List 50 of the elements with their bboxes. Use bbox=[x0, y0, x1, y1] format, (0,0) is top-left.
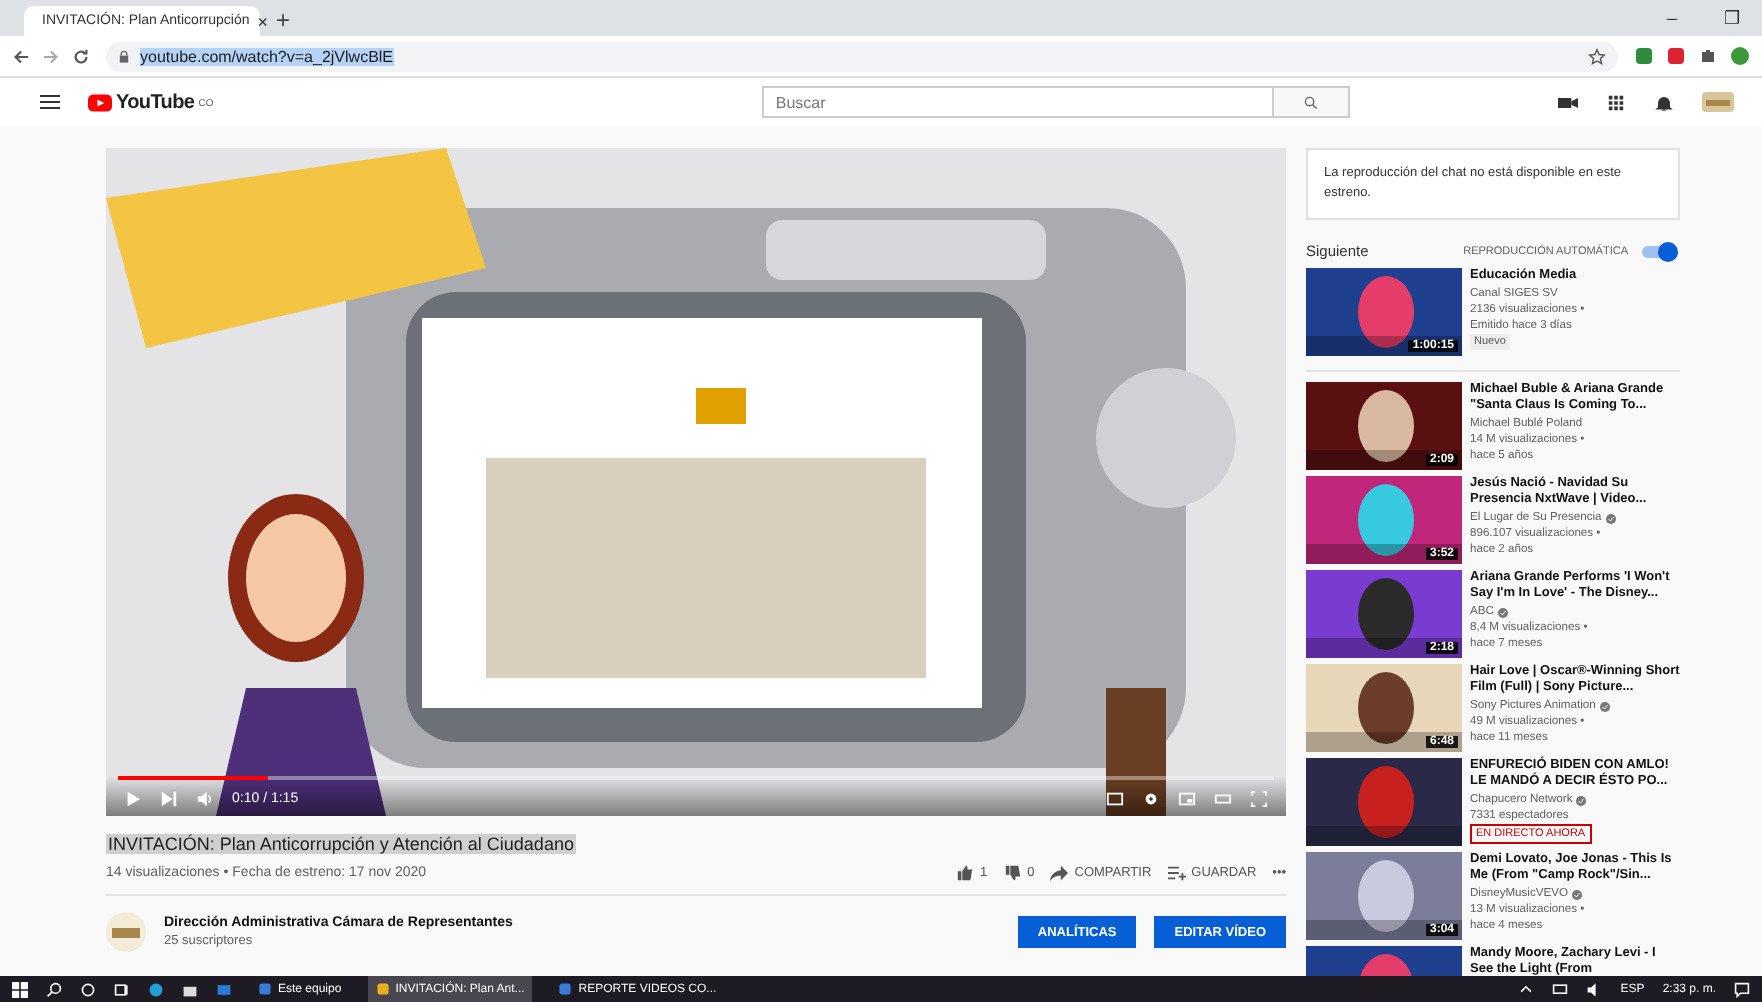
search-icon bbox=[1303, 95, 1318, 109]
notification-icon[interactable] bbox=[1734, 981, 1750, 997]
verified-icon bbox=[1497, 607, 1508, 617]
window-control[interactable]: ❐ bbox=[1702, 8, 1762, 28]
menu-icon[interactable] bbox=[40, 94, 60, 110]
autoplay-toggle[interactable] bbox=[1642, 245, 1674, 257]
theater-icon[interactable] bbox=[1214, 789, 1232, 807]
miniplayer-icon[interactable] bbox=[1178, 789, 1196, 807]
back-icon[interactable] bbox=[12, 47, 30, 65]
camera-icon[interactable] bbox=[1558, 93, 1579, 111]
verified-icon bbox=[1576, 795, 1587, 805]
star-icon[interactable] bbox=[1588, 47, 1606, 65]
verified-icon bbox=[1605, 513, 1616, 523]
fullscreen-icon[interactable] bbox=[1250, 789, 1268, 807]
playlist-add-icon bbox=[1167, 864, 1186, 882]
youtube-logo-icon bbox=[88, 93, 112, 111]
verified-icon bbox=[1599, 701, 1610, 711]
next-icon[interactable] bbox=[160, 789, 178, 807]
avatar-icon[interactable] bbox=[1730, 46, 1750, 66]
verified-icon bbox=[1571, 889, 1582, 899]
apps-grid-icon[interactable] bbox=[1606, 93, 1627, 111]
close-tab-button[interactable]: × bbox=[257, 11, 269, 31]
address-bar[interactable]: youtube.com/watch?v=a_2jVlwcBlE bbox=[106, 41, 1618, 71]
lock-icon bbox=[118, 49, 130, 63]
app-icon bbox=[375, 982, 390, 996]
thumbs-down-icon bbox=[1003, 864, 1022, 882]
channel-avatar-icon[interactable] bbox=[106, 912, 146, 952]
circle-icon[interactable] bbox=[80, 981, 96, 997]
search-icon[interactable] bbox=[46, 981, 62, 997]
channel-avatar-icon[interactable] bbox=[1702, 92, 1735, 112]
settings-icon[interactable] bbox=[1142, 789, 1160, 807]
new-tab-button[interactable]: + bbox=[276, 6, 291, 34]
chevron-up-icon[interactable] bbox=[1518, 981, 1535, 997]
task-view-icon[interactable] bbox=[114, 981, 130, 997]
start-icon[interactable] bbox=[12, 981, 28, 997]
play-icon[interactable] bbox=[124, 789, 142, 807]
video-title: INVITACIÓN: Plan Anticorrupción y Atención al Ciudadano bbox=[106, 834, 576, 854]
reload-icon[interactable] bbox=[72, 47, 90, 65]
share-arrow-icon bbox=[1050, 864, 1069, 882]
volume-icon[interactable] bbox=[196, 789, 214, 807]
network-icon[interactable] bbox=[1552, 981, 1569, 997]
subtitles-icon[interactable] bbox=[1106, 789, 1124, 807]
window-control[interactable]: – bbox=[1642, 8, 1702, 28]
app-icon bbox=[258, 982, 272, 996]
thumbs-up-icon bbox=[956, 864, 974, 882]
url-text: youtube.com/watch?v=a_2jVlwcBlE bbox=[140, 47, 394, 65]
bell-icon[interactable] bbox=[1654, 93, 1675, 111]
app-icon bbox=[558, 982, 573, 996]
logo-text[interactable]: YouTube bbox=[116, 91, 195, 113]
search-field[interactable]: Buscar bbox=[761, 86, 1274, 118]
